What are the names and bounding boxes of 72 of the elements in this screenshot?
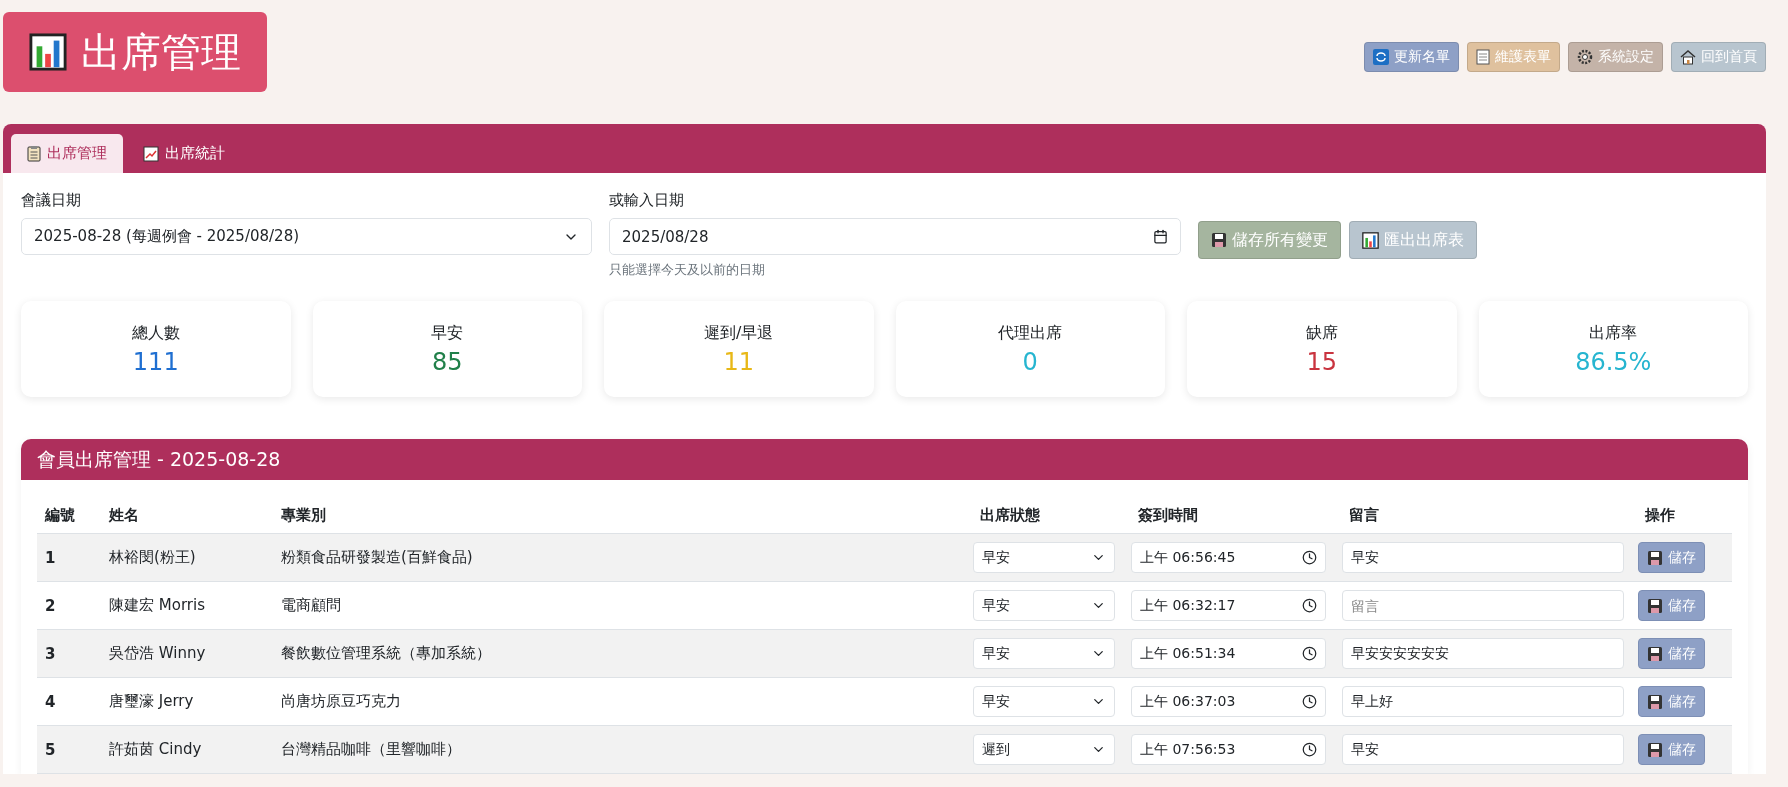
stat-label: 早安: [431, 322, 464, 344]
clock-icon: [1302, 742, 1317, 757]
comment-field[interactable]: 早安安安安安安: [1342, 638, 1624, 669]
table-cell: 許茹茵 Cindy: [101, 725, 273, 774]
date-hint: 只能選擇今天及以前的日期: [609, 261, 766, 279]
stat-value: 111: [132, 347, 179, 376]
bar-chart-icon: [29, 33, 67, 71]
table-cell: 吳岱浩 Winny: [101, 629, 273, 678]
meeting-select[interactable]: 2025-08-28 (每週例會 - 2025/08/28): [21, 218, 592, 255]
stat-value: 0: [1022, 347, 1038, 376]
column-header: 出席狀態: [972, 498, 1130, 534]
clipboard-icon: [27, 145, 41, 162]
table-cell: 1: [37, 533, 101, 582]
column-header: 簽到時間: [1130, 498, 1341, 534]
refresh-icon: [1373, 49, 1389, 65]
table-cell: 2: [37, 581, 101, 630]
column-header: 操作: [1637, 498, 1732, 534]
status-select[interactable]: 早安: [973, 638, 1115, 669]
stat-label: 總人數: [131, 322, 180, 344]
stat-label: 代理出席: [998, 322, 1063, 344]
table-title: 會員出席管理 - 2025-08-28: [21, 439, 1748, 480]
column-header: 編號: [37, 498, 101, 534]
stat-label: 遲到/早退: [704, 322, 774, 344]
table-cell: 4: [37, 677, 101, 726]
comment-field[interactable]: 早上好: [1342, 686, 1624, 717]
field-label: 或輸入日期: [609, 191, 685, 210]
comment-field[interactable]: 留言: [1342, 590, 1624, 621]
table-cell: 電商顧問: [273, 581, 972, 630]
stat-value: 15: [1306, 347, 1337, 376]
clock-icon: [1302, 598, 1317, 613]
table-cell: 台灣精品咖啡（里響咖啡）: [273, 725, 972, 774]
status-select[interactable]: 早安: [973, 686, 1115, 717]
stat-label: 出席率: [1589, 322, 1638, 344]
column-header: 專業別: [273, 498, 972, 534]
column-header: 姓名: [101, 498, 273, 534]
table-cell: 林裕閔(粉王): [101, 533, 273, 582]
clock-icon: [1302, 694, 1317, 709]
clock-icon: [1302, 550, 1317, 565]
gear-icon: [1577, 49, 1593, 65]
stat-value: 85: [431, 347, 463, 376]
comment-field[interactable]: 早安: [1342, 542, 1624, 573]
table-cell: 唐璽濠 Jerry: [101, 677, 273, 726]
time-input[interactable]: 上午 07:56:53: [1131, 734, 1326, 765]
document-icon: [1476, 49, 1490, 65]
date-input[interactable]: 2025/08/28: [609, 218, 1181, 255]
time-input[interactable]: 上午 06:37:03: [1131, 686, 1326, 717]
status-select[interactable]: 早安: [973, 590, 1115, 621]
status-select[interactable]: 早安: [973, 542, 1115, 573]
field-label: 會議日期: [21, 191, 82, 210]
table-cell: 5: [37, 725, 101, 774]
time-input[interactable]: 上午 06:51:34: [1131, 638, 1326, 669]
table-cell: 陳建宏 Morris: [101, 581, 273, 630]
bar-chart-icon: [1362, 231, 1379, 249]
stat-label: 缺席: [1305, 322, 1338, 344]
line-chart-icon: [143, 145, 159, 162]
status-select[interactable]: 遲到: [973, 734, 1115, 765]
table-cell: 尚唐坊原豆巧克力: [273, 677, 972, 726]
table-cell: 餐飲數位管理系統（專加系統）: [273, 629, 972, 678]
table-cell: 粉類食品研發製造(百鮮食品): [273, 533, 972, 582]
table-cell: 3: [37, 629, 101, 678]
page-title-text: 出席管理: [81, 27, 241, 77]
column-header: 留言: [1341, 498, 1637, 534]
comment-field[interactable]: 早安: [1342, 734, 1624, 765]
stat-value: 11: [723, 347, 754, 376]
stat-value: 86.5%: [1575, 347, 1652, 376]
time-input[interactable]: 上午 06:56:45: [1131, 542, 1326, 573]
house-icon: [1680, 49, 1696, 65]
clock-icon: [1302, 646, 1317, 661]
calendar-icon: [1153, 229, 1168, 244]
tab[interactable]: 出席管理: [11, 134, 123, 173]
tab[interactable]: 出席統計: [127, 134, 241, 173]
time-input[interactable]: 上午 06:32:17: [1131, 590, 1326, 621]
